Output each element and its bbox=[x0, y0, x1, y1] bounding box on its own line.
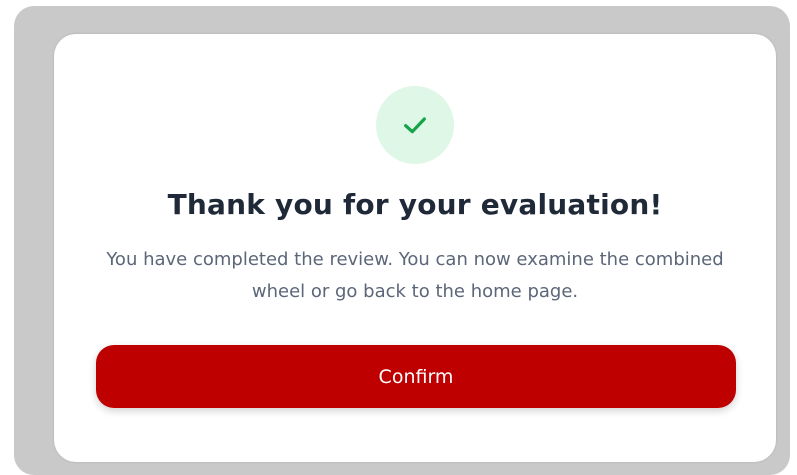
dialog-title: Thank you for your evaluation! bbox=[167, 188, 663, 221]
completion-dialog: Thank you for your evaluation! You have … bbox=[54, 34, 776, 462]
check-icon bbox=[404, 117, 426, 134]
overlay-backdrop: Thank you for your evaluation! You have … bbox=[14, 6, 790, 475]
dialog-message: You have completed the review. You can n… bbox=[106, 249, 724, 302]
confirm-button[interactable]: Confirm bbox=[96, 345, 736, 408]
success-badge bbox=[376, 86, 454, 164]
